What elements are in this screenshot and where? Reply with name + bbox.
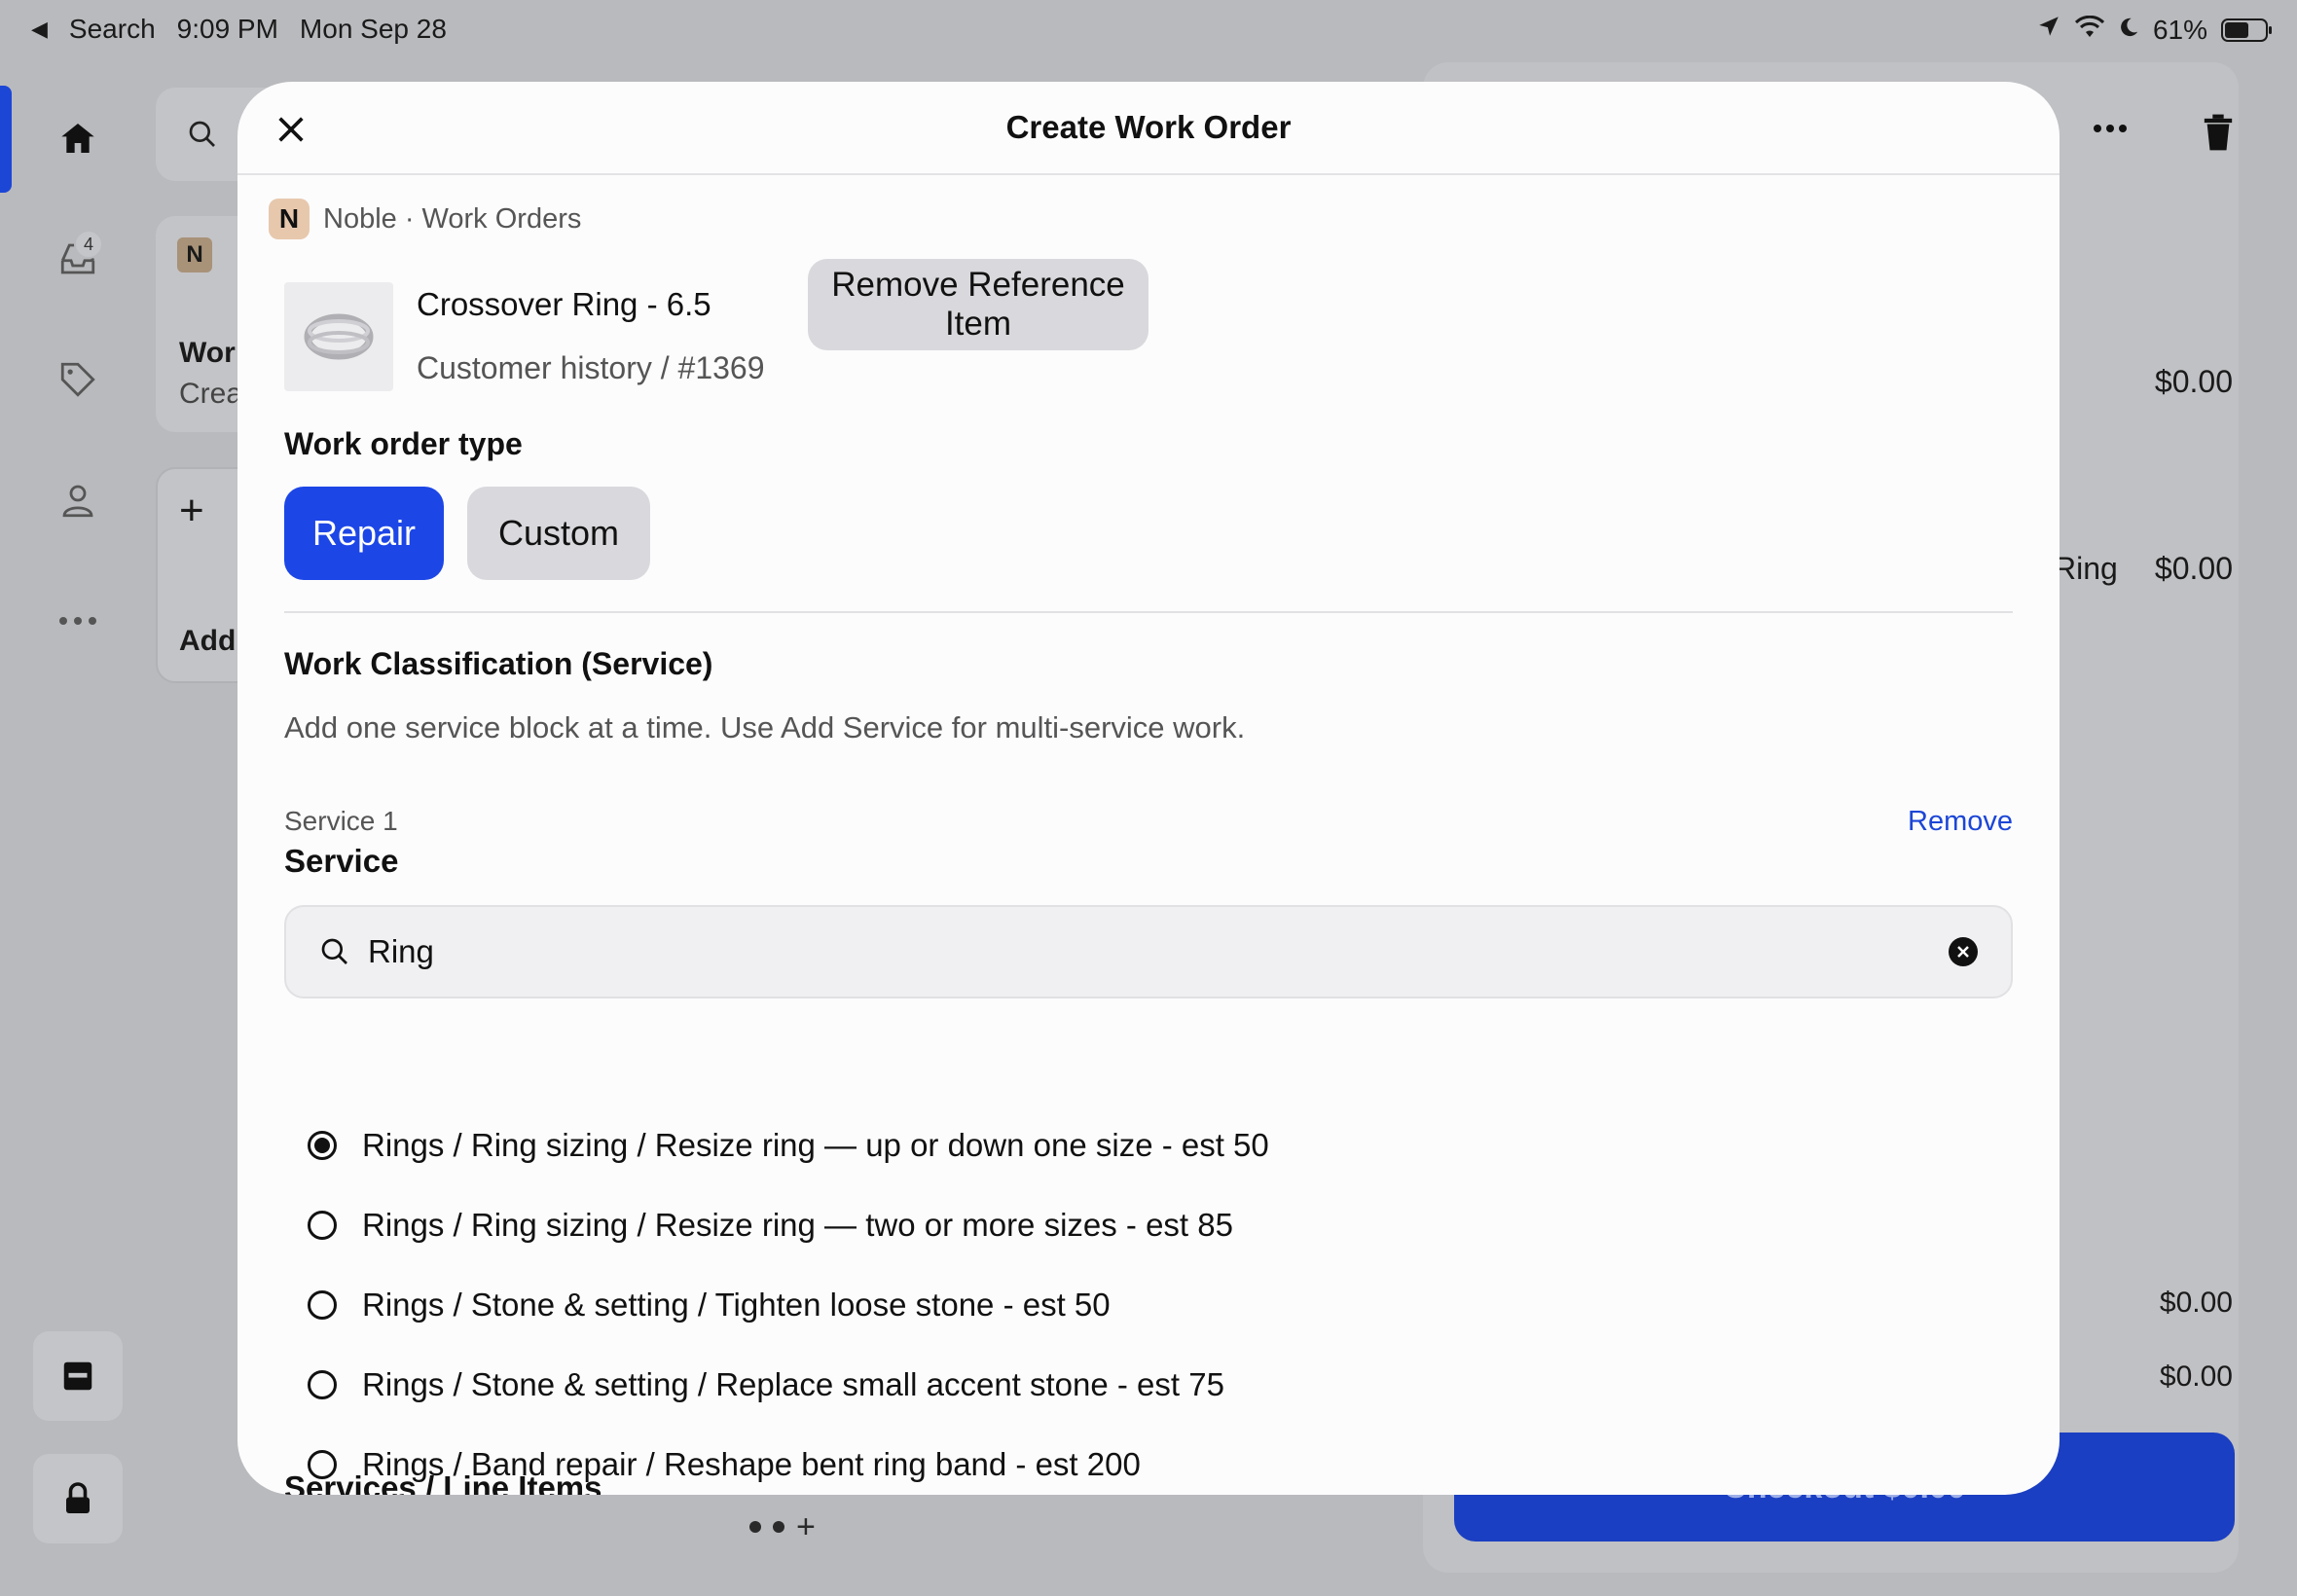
work-order-type-heading: Work order type <box>284 426 523 461</box>
cart-price-2: $0.00 <box>2154 551 2233 586</box>
create-work-order-modal: Create Work Order N Noble · Work Orders … <box>237 82 2060 1495</box>
background-card-title: Wor <box>179 337 236 369</box>
status-date: Mon Sep 28 <box>299 14 447 44</box>
rail-active-indicator <box>0 86 12 193</box>
service-search[interactable] <box>284 905 2013 998</box>
status-time: 9:09 PM <box>176 14 278 44</box>
service-option[interactable]: Rings / Ring sizing / Resize ring — up o… <box>308 1127 1269 1164</box>
reference-item-title: Crossover Ring - 6.5 <box>417 286 711 322</box>
inbox-icon[interactable]: 4 <box>49 230 107 288</box>
service-search-input[interactable] <box>368 933 1949 970</box>
cart-item-ring-label: Ring <box>2054 551 2118 586</box>
tag-icon[interactable] <box>49 350 107 409</box>
service-option[interactable]: Rings / Ring sizing / Resize ring — two … <box>308 1207 1233 1244</box>
battery-fill <box>2225 21 2249 38</box>
type-repair-button[interactable]: Repair <box>284 487 444 580</box>
modal-title: Create Work Order <box>1005 109 1292 145</box>
battery-percent: 61% <box>2152 14 2207 45</box>
service-option[interactable]: Rings / Stone & setting / Tighten loose … <box>308 1287 1111 1324</box>
more-icon[interactable] <box>49 592 107 650</box>
service-option-label: Rings / Ring sizing / Resize ring — two … <box>362 1207 1233 1243</box>
background-card-subtitle: Crea <box>179 378 243 410</box>
back-label[interactable]: Search <box>69 14 156 45</box>
clear-search-icon[interactable] <box>1949 937 1978 966</box>
ring-image-icon <box>304 313 374 360</box>
line-items-heading: Services / Line Items <box>284 1469 602 1495</box>
battery-icon <box>2221 18 2272 42</box>
wifi-icon <box>2074 15 2105 46</box>
search-icon <box>321 938 347 964</box>
back-arrow-icon[interactable]: ◀ <box>31 17 48 42</box>
radio-unselected-icon[interactable] <box>308 1211 337 1240</box>
cart-price-3: $0.00 <box>2159 1287 2233 1319</box>
background-add-label: Add <box>179 625 237 657</box>
inbox-badge: 4 <box>74 230 103 259</box>
location-icon <box>2036 14 2061 46</box>
cart-price-4: $0.00 <box>2159 1360 2233 1393</box>
home-icon[interactable] <box>49 109 107 167</box>
classification-heading: Work Classification (Service) <box>284 646 713 681</box>
store-button[interactable] <box>33 1331 123 1421</box>
service-number: Service 1 <box>284 806 398 836</box>
ring-thumbnail <box>284 282 393 391</box>
radio-selected-icon[interactable] <box>308 1131 337 1160</box>
search-icon <box>189 121 215 147</box>
page-indicator: + <box>749 1510 816 1543</box>
lock-button[interactable] <box>33 1454 123 1543</box>
section-divider <box>284 611 2013 613</box>
remove-service-link[interactable]: Remove <box>1908 806 2013 838</box>
cart-price-1: $0.00 <box>2154 364 2233 399</box>
type-custom-button[interactable]: Custom <box>467 487 650 580</box>
classification-description: Add one service block at a time. Use Add… <box>284 710 1246 744</box>
lock-icon <box>66 1482 90 1513</box>
status-bar: ◀ Search 9:09 PM Mon Sep 28 61% <box>0 0 2297 62</box>
remove-reference-button[interactable]: Remove Reference Item <box>808 259 1148 350</box>
plus-icon: + <box>179 487 204 534</box>
breadcrumb: N Noble · Work Orders <box>269 199 581 239</box>
service-option-label: Rings / Stone & setting / Tighten loose … <box>362 1287 1111 1323</box>
radio-unselected-icon[interactable] <box>308 1290 337 1320</box>
service-option[interactable]: Rings / Stone & setting / Replace small … <box>308 1366 1224 1403</box>
radio-unselected-icon[interactable] <box>308 1370 337 1399</box>
service-option-label: Rings / Stone & setting / Replace small … <box>362 1366 1224 1402</box>
reference-item-subtitle: Customer history / #1369 <box>417 350 765 385</box>
breadcrumb-text: Noble · Work Orders <box>323 202 582 235</box>
service-option-label: Rings / Ring sizing / Resize ring — up o… <box>362 1127 1269 1163</box>
person-icon[interactable] <box>49 471 107 529</box>
moon-icon <box>2118 15 2139 46</box>
org-avatar: N <box>269 199 310 239</box>
trash-icon[interactable] <box>2202 113 2235 157</box>
service-label: Service <box>284 843 399 879</box>
more-options-icon[interactable] <box>2093 121 2128 138</box>
store-icon <box>63 1361 92 1391</box>
background-avatar: N <box>177 237 212 272</box>
